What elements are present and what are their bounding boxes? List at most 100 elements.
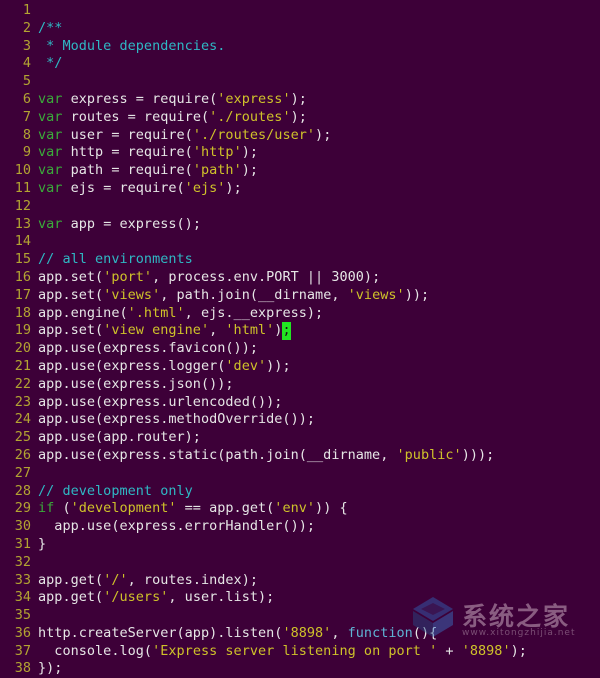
code-token: var [38,179,63,196]
line-text: app.use(express.favicon()); [38,340,600,358]
code-token: 'port' [103,268,153,285]
code-token: /** [38,19,63,36]
line-number: 37 [14,642,31,659]
code-token: ))); [461,446,495,463]
code-line[interactable]: 33 app.get('/', routes.index); [0,572,600,590]
code-line[interactable]: 24 app.use(express.methodOverride()); [0,411,600,429]
code-token: routes = require( [62,108,210,125]
code-line[interactable]: 21 app.use(express.logger('dev')); [0,358,600,376]
line-number: 7 [22,108,31,125]
code-token: app.use(express.errorHandler()); [38,518,316,535]
code-token: http.createServer(app).listen( [38,624,283,641]
line-number: 29 [14,500,31,517]
code-line[interactable]: 31} [0,536,600,554]
line-text: }); [38,660,600,678]
line-number: 36 [14,624,31,641]
code-line[interactable]: 28 // development only [0,483,600,501]
line-number: 21 [14,357,31,374]
code-token: 'path' [192,162,242,179]
code-line[interactable]: 5 [0,73,600,91]
line-number: 6 [22,90,31,107]
line-number: 27 [14,464,31,481]
line-number: 28 [14,482,31,499]
line-text: http.createServer(app).listen('8898', fu… [38,625,600,643]
line-text: app.use(express.urlencoded()); [38,394,600,412]
code-line[interactable]: 32 [0,554,600,572]
line-number: 23 [14,393,31,410]
code-line[interactable]: 15 // all environments [0,251,600,269]
code-line[interactable]: 13 var app = express(); [0,216,600,234]
code-token: app.use(express.methodOverride()); [38,411,316,428]
code-line[interactable]: 2 /** [0,20,600,38]
code-line[interactable]: 4 */ [0,55,600,73]
code-token: app.use(express.json()); [38,375,234,392]
code-line[interactable]: 18 app.engine('.html', ejs.__express); [0,305,600,323]
line-number: 4 [22,55,31,72]
code-line[interactable]: 34 app.get('/users', user.list); [0,589,600,607]
code-line[interactable]: 10 var path = require('path'); [0,162,600,180]
line-number: 10 [14,162,31,179]
code-line[interactable]: 19 app.set('view engine', 'html'); [0,322,600,341]
code-line[interactable]: 7 var routes = require('./routes'); [0,109,600,127]
code-line[interactable]: 3 * Module dependencies. [0,38,600,56]
code-token: */ [38,55,63,72]
code-line[interactable]: 38}); [0,660,600,678]
line-number: 8 [22,126,31,143]
code-line[interactable]: 27 [0,465,600,483]
line-text: console.log('Express server listening on… [38,643,600,661]
code-line[interactable]: 8 var user = require('./routes/user'); [0,127,600,145]
code-token: == app.get( [176,500,275,517]
code-line[interactable]: 29 if ('development' == app.get('env')) { [0,500,600,518]
line-text: var path = require('path'); [38,162,600,180]
code-token: )); [266,357,291,374]
code-token: var [38,144,63,161]
code-token: app.get( [38,571,104,588]
line-number: 22 [14,375,31,392]
code-token: } [38,535,47,552]
code-token: http = require( [62,144,193,161]
line-text: app.use(express.static(path.join(__dirna… [38,447,600,465]
code-token: ); [225,179,242,196]
code-token: // all environments [38,251,193,268]
code-line[interactable]: 6 var express = require('express'); [0,91,600,109]
code-line[interactable]: 14 [0,233,600,251]
line-text: app.set('views', path.join(__dirname, 'v… [38,287,600,305]
code-line[interactable]: 20 app.use(express.favicon()); [0,340,600,358]
text-cursor[interactable]: ; [282,322,291,341]
code-line[interactable]: 30 app.use(express.errorHandler()); [0,518,600,536]
code-line[interactable]: 35 [0,607,600,625]
code-line[interactable]: 9 var http = require('http'); [0,144,600,162]
code-token: 'Express server listening on port ' [152,642,438,659]
code-token: if [38,500,55,517]
line-text: var http = require('http'); [38,144,600,162]
line-text: */ [38,55,600,73]
code-line[interactable]: 17 app.set('views', path.join(__dirname, … [0,287,600,305]
line-number: 16 [14,268,31,285]
line-number: 31 [14,535,31,552]
code-line[interactable]: 23 app.use(express.urlencoded()); [0,394,600,412]
code-line[interactable]: 12 [0,198,600,216]
line-text: var express = require('express'); [38,91,600,109]
code-line[interactable]: 11 var ejs = require('ejs'); [0,180,600,198]
code-line[interactable]: 26 app.use(express.static(path.join(__dir… [0,447,600,465]
code-editor[interactable]: 1 2/** 3 * Module dependencies. 4 */5 6 var e… [0,0,600,676]
line-number: 30 [14,518,31,535]
line-text: // development only [38,483,600,501]
line-number: 3 [22,37,31,54]
line-text: app.use(express.logger('dev')); [38,358,600,376]
code-token: app.use(express.logger( [38,357,226,374]
code-token: path = require( [62,162,193,179]
code-line[interactable]: 16 app.set('port', process.env.PORT || 30… [0,269,600,287]
code-line[interactable]: 1 [0,2,600,20]
code-line[interactable]: 36 http.createServer(app).listen('8898', … [0,625,600,643]
code-token: app.set( [38,286,104,303]
code-area[interactable]: 1 2/** 3 * Module dependencies. 4 */5 6 var e… [0,2,600,678]
code-token: , routes.index); [127,571,259,588]
code-line[interactable]: 25 app.use(app.router); [0,429,600,447]
line-number: 13 [14,215,31,232]
line-number: 25 [14,429,31,446]
code-line[interactable]: 22 app.use(express.json()); [0,376,600,394]
line-text: // all environments [38,251,600,269]
line-text: app.set('port', process.env.PORT || 3000… [38,269,600,287]
code-line[interactable]: 37 console.log('Express server listening… [0,643,600,661]
